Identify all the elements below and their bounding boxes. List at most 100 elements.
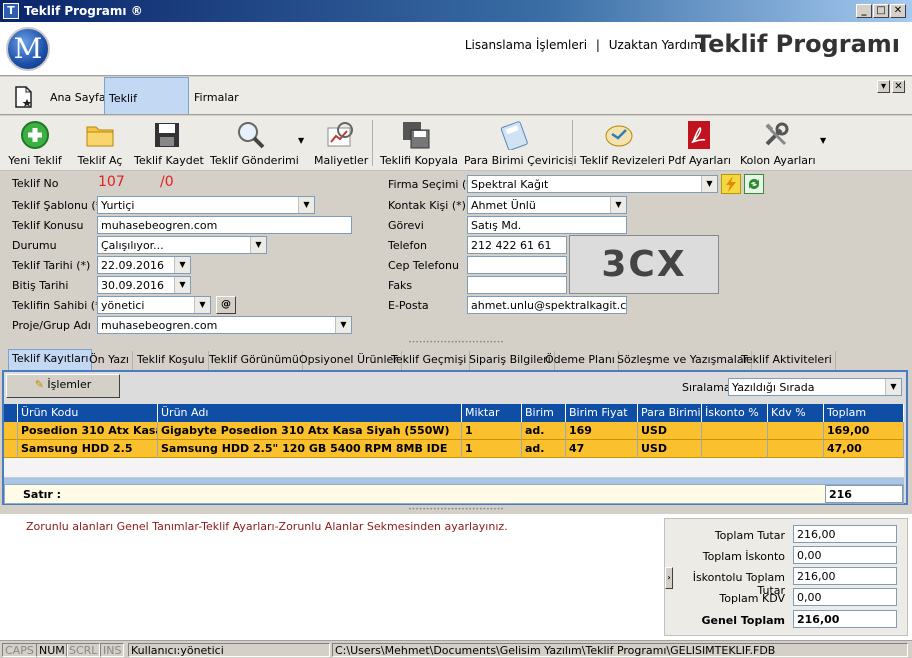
cell-total[interactable]: 169,00 (824, 422, 904, 440)
cell-product-name[interactable]: Gigabyte Posedion 310 Atx Kasa Siyah (55… (158, 422, 462, 440)
refresh-icon[interactable] (744, 174, 764, 194)
status-label: Durumu (12, 239, 57, 252)
new-offer-button[interactable]: Yeni Teklif (6, 118, 64, 169)
fax-label: Faks (388, 279, 413, 292)
tab-activities[interactable]: Teklif Aktiviteleri (738, 351, 836, 370)
total-discount-field[interactable]: 0,00 (793, 546, 897, 564)
end-date-picker[interactable]: 30.09.2016 ▼ (97, 276, 191, 294)
cell-discount[interactable] (702, 422, 768, 440)
copy-offer-button[interactable]: Teklifi Kopyala (380, 118, 458, 169)
tab-cover-letter[interactable]: Ön Yazı (86, 351, 133, 370)
company-select[interactable]: Spektral Kağıt ▼ (467, 175, 718, 193)
discounted-total-field[interactable]: 216,00 (793, 567, 897, 585)
support-link[interactable]: Uzaktan Yardım (609, 38, 702, 52)
home-doc-icon[interactable] (12, 85, 36, 109)
owner-select[interactable]: yönetici ▼ (97, 296, 211, 314)
cell-unit-price[interactable]: 169 (566, 422, 638, 440)
grid-new-row[interactable] (4, 458, 904, 478)
col-discount[interactable]: İskonto % (702, 404, 768, 422)
tab-view[interactable]: Teklif Görünümü (206, 351, 303, 370)
column-settings-button[interactable]: Kolon Ayarları (740, 118, 816, 169)
col-product-name[interactable]: Ürün Adı (158, 404, 462, 422)
pdf-settings-button[interactable]: Pdf Ayarları (668, 118, 731, 169)
cell-unit[interactable]: ad. (522, 422, 566, 440)
table-row[interactable]: Samsung HDD 2.5 Samsung HDD 2.5" 120 GB … (4, 440, 904, 458)
cell-quantity[interactable]: 1 (462, 440, 522, 458)
owner-email-button[interactable]: @ (216, 296, 236, 314)
tab-teklif-hazirlama[interactable]: Teklif Hazırlama (104, 77, 189, 147)
lightning-icon[interactable] (721, 174, 741, 194)
currency-converter-button[interactable]: Para Birimi Çeviricisi (464, 118, 577, 169)
tab-contracts[interactable]: Sözleşme ve Yazışmalar (614, 351, 753, 370)
subject-input[interactable]: muhasebeogren.com (97, 216, 352, 234)
grand-total-field[interactable]: 216,00 (793, 610, 897, 628)
minimize-button[interactable]: _ (856, 4, 872, 18)
tab-payment-plan[interactable]: Ödeme Planı (542, 351, 619, 370)
license-link[interactable]: Lisanslama İşlemleri (465, 38, 587, 52)
columns-dropdown-arrow[interactable]: ▼ (820, 136, 826, 145)
cell-product-name[interactable]: Samsung HDD 2.5" 120 GB 5400 RPM 8MB IDE (158, 440, 462, 458)
cell-vat[interactable] (768, 440, 824, 458)
offer-date-picker[interactable]: 22.09.2016 ▼ (97, 256, 191, 274)
project-select[interactable]: muhasebeogren.com ▼ (97, 316, 352, 334)
mobile-input[interactable] (467, 256, 567, 274)
total-amount-field[interactable]: 216,00 (793, 525, 897, 543)
3cx-logo[interactable]: 3CX (569, 235, 719, 294)
close-button[interactable]: ✕ (890, 4, 906, 18)
col-quantity[interactable]: Miktar (462, 404, 522, 422)
panel-close-button[interactable]: ✕ (892, 80, 905, 93)
panel-dropdown-button[interactable]: ▾ (877, 80, 890, 93)
revisions-button[interactable]: Teklif Revizeleri (580, 118, 665, 169)
tab-history[interactable]: Teklif Geçmişi (388, 351, 471, 370)
splitter-handle[interactable]: ••••••••••••••••••••••••••• (0, 340, 912, 346)
contact-select[interactable]: Ahmet Ünlü ▼ (467, 196, 627, 214)
col-total[interactable]: Toplam (824, 404, 904, 422)
cell-product-code[interactable]: Posedion 310 Atx Kasa S (18, 422, 158, 440)
offer-revision-value: /0 (160, 174, 174, 190)
fax-input[interactable] (467, 276, 567, 294)
total-vat-field[interactable]: 0,00 (793, 588, 897, 606)
offer-no-label: Teklif No (12, 177, 59, 190)
chevron-down-icon: ▼ (701, 176, 717, 192)
costs-chart-icon (325, 120, 355, 150)
calculator-icon (499, 120, 529, 151)
magnifier-icon (236, 120, 266, 150)
copy-disks-icon (401, 120, 431, 150)
cell-currency[interactable]: USD (638, 440, 702, 458)
tab-ana-sayfa[interactable]: Ana Sayfa (46, 77, 110, 114)
cell-discount[interactable] (702, 440, 768, 458)
send-offer-button[interactable]: Teklif Gönderimi (210, 118, 299, 169)
tab-optional-products[interactable]: Opsiyonel Ürünler (296, 351, 402, 370)
cell-unit[interactable]: ad. (522, 440, 566, 458)
actions-button[interactable]: ✎ İşlemler (6, 374, 120, 398)
cell-unit-price[interactable]: 47 (566, 440, 638, 458)
maximize-button[interactable]: □ (873, 4, 889, 18)
open-offer-button[interactable]: Teklif Aç (72, 118, 128, 169)
cell-vat[interactable] (768, 422, 824, 440)
col-unit-price[interactable]: Birim Fiyat (566, 404, 638, 422)
tab-firmalar[interactable]: Firmalar (190, 77, 243, 114)
splitter-handle[interactable]: ••••••••••••••••••••••••••• (0, 507, 912, 513)
status-select[interactable]: Çalışılıyor... ▼ (97, 236, 267, 254)
sort-select[interactable]: Yazıldığı Sırada ▼ (728, 378, 902, 396)
cell-total[interactable]: 47,00 (824, 440, 904, 458)
phone-input[interactable]: 212 422 61 61 (467, 236, 567, 254)
tab-offer-records[interactable]: Teklif Kayıtları (8, 349, 93, 370)
footer-total: 216 (825, 485, 903, 503)
col-unit[interactable]: Birim (522, 404, 566, 422)
role-input[interactable]: Satış Md. (467, 216, 627, 234)
send-dropdown-arrow[interactable]: ▼ (298, 136, 304, 145)
col-vat[interactable]: Kdv % (768, 404, 824, 422)
header-title: Teklif Programı (694, 30, 900, 58)
tab-conditions[interactable]: Teklif Koşulu (134, 351, 209, 370)
costs-button[interactable]: Maliyetler (314, 118, 368, 169)
cell-quantity[interactable]: 1 (462, 422, 522, 440)
table-row[interactable]: Posedion 310 Atx Kasa S Gigabyte Posedio… (4, 422, 904, 440)
cell-product-code[interactable]: Samsung HDD 2.5 (18, 440, 158, 458)
template-select[interactable]: Yurtiçi ▼ (97, 196, 315, 214)
cell-currency[interactable]: USD (638, 422, 702, 440)
save-offer-button[interactable]: Teklif Kaydet (134, 118, 204, 169)
email-input[interactable]: ahmet.unlu@spektralkagit.com (467, 296, 627, 314)
col-product-code[interactable]: Ürün Kodu (18, 404, 158, 422)
col-currency[interactable]: Para Birimi (638, 404, 702, 422)
